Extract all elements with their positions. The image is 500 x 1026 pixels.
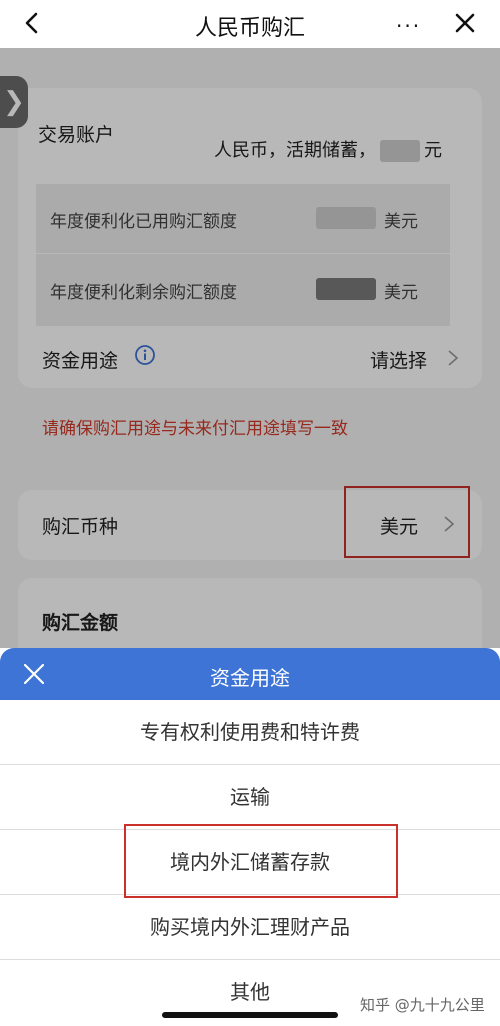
- purpose-bottom-sheet: 资金用途 专有权利使用费和特许费 运输 境内外汇储蓄存款 购买境内外汇理财产品 …: [0, 648, 500, 1026]
- purpose-option[interactable]: 运输: [0, 765, 500, 830]
- nav-bar: 人民币购汇 ···: [0, 0, 500, 48]
- modal-overlay[interactable]: [0, 48, 500, 648]
- sheet-header: 资金用途: [0, 648, 500, 700]
- home-indicator: [162, 1012, 338, 1018]
- annotation-box-savings-option: [124, 824, 398, 898]
- close-icon[interactable]: [450, 8, 480, 38]
- page-title: 人民币购汇: [194, 16, 305, 41]
- purpose-option[interactable]: 专有权利使用费和特许费: [0, 700, 500, 765]
- sheet-title: 资金用途: [210, 666, 290, 690]
- purpose-option[interactable]: 购买境内外汇理财产品: [0, 895, 500, 960]
- watermark: 知乎 @九十九公里: [360, 996, 485, 1014]
- more-button[interactable]: ···: [396, 14, 421, 38]
